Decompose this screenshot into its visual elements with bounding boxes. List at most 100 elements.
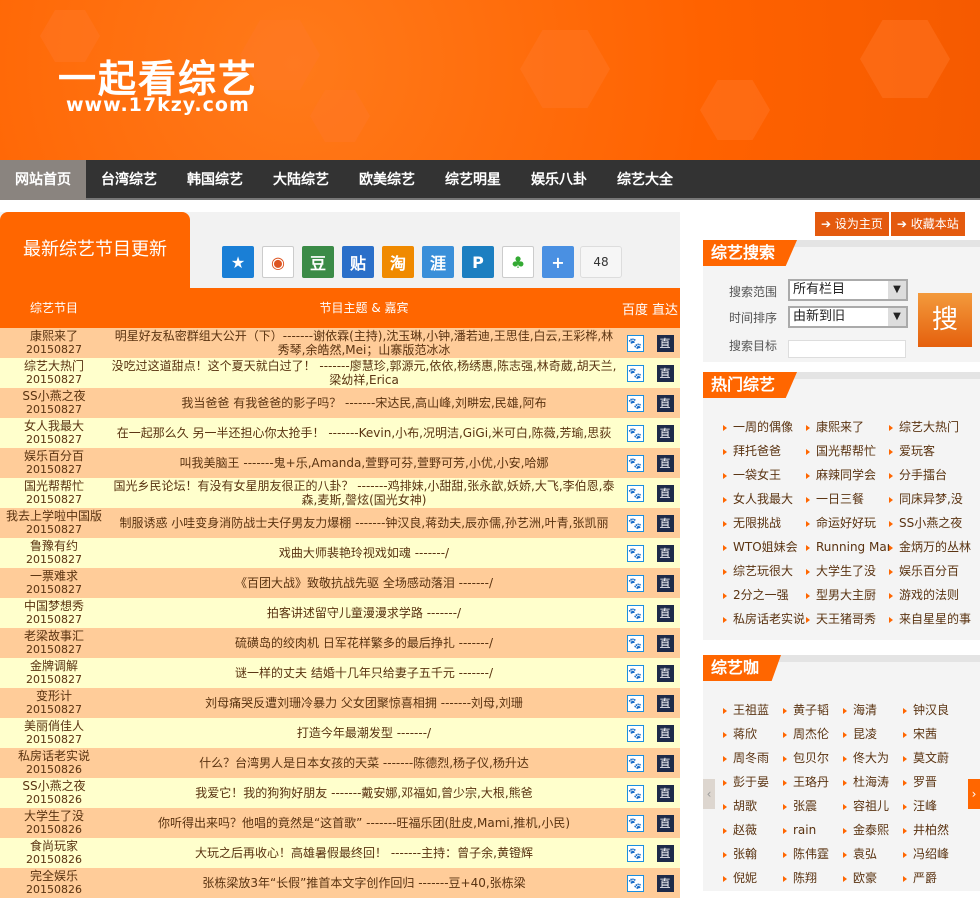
baidu-paw-icon[interactable]: 🐾 xyxy=(626,364,644,382)
program-name-link[interactable]: 美丽俏佳人 xyxy=(24,719,84,733)
nav-item[interactable]: 台湾综艺 xyxy=(86,160,172,200)
program-topic-link[interactable]: 拍客讲述留守儿童漫漫求学路 -------/ xyxy=(108,606,620,620)
nav-item[interactable]: 网站首页 xyxy=(0,160,86,200)
star-item[interactable]: 欧豪 xyxy=(843,866,903,890)
program-topic-link[interactable]: 什么？台湾男人是日本女孩的天菜 -------陈德烈,杨子仪,杨升达 xyxy=(108,756,620,770)
star-item[interactable]: 井柏然 xyxy=(903,818,963,842)
program-name-link[interactable]: SS小燕之夜 xyxy=(22,779,85,793)
hot-item[interactable]: 爱玩客 xyxy=(889,439,975,463)
hot-item[interactable]: 大学生了没 xyxy=(806,559,889,583)
nav-item[interactable]: 综艺大全 xyxy=(602,160,688,200)
program-topic-link[interactable]: 你听得出来吗？他唱的竟然是“这首歌” -------旺福乐团(肚皮,Mami,推… xyxy=(108,816,620,830)
program-name-link[interactable]: 康熙来了 xyxy=(30,329,78,343)
program-topic-link[interactable]: 打造今年最潮发型 -------/ xyxy=(108,726,620,740)
baidu-paw-icon[interactable]: 🐾 xyxy=(626,784,644,802)
zhida-icon[interactable]: 直 xyxy=(656,634,674,652)
zhida-icon[interactable]: 直 xyxy=(656,484,674,502)
star-item[interactable]: 金泰熙 xyxy=(843,818,903,842)
zhida-icon[interactable]: 直 xyxy=(656,424,674,442)
program-name-link[interactable]: 娱乐百分百 xyxy=(24,449,84,463)
program-name-link[interactable]: 变形计 xyxy=(36,689,72,703)
hot-item[interactable]: 拜托爸爸 xyxy=(723,439,806,463)
program-topic-link[interactable]: 没吃过这道甜点！这个夏天就白过了！ -------廖慧珍,郭源元,依依,杨绣惠,… xyxy=(108,359,620,387)
program-name-link[interactable]: 金牌调解 xyxy=(30,659,78,673)
nav-item[interactable]: 欧美综艺 xyxy=(344,160,430,200)
nav-item[interactable]: 韩国综艺 xyxy=(172,160,258,200)
star-item[interactable]: 陈伟霆 xyxy=(783,842,843,866)
baidu-paw-icon[interactable]: 🐾 xyxy=(626,574,644,592)
logo-url[interactable]: www.17kzy.com xyxy=(66,94,250,116)
baidu-paw-icon[interactable]: 🐾 xyxy=(626,334,644,352)
zhida-icon[interactable]: 直 xyxy=(656,544,674,562)
baidu-paw-icon[interactable]: 🐾 xyxy=(626,424,644,442)
program-topic-link[interactable]: 硫磺岛的绞肉机 日军花样繁多的最后挣扎 -------/ xyxy=(108,636,620,650)
prev-arrow-icon[interactable]: ‹ xyxy=(703,779,715,809)
program-topic-link[interactable]: 叫我美脑王 -------鬼+乐,Amanda,萱野可芬,萱野可芳,小优,小安,… xyxy=(108,456,620,470)
kaixin-icon[interactable]: 涯 xyxy=(422,246,454,278)
zhida-icon[interactable]: 直 xyxy=(656,754,674,772)
star-item[interactable]: 彭于晏 xyxy=(723,770,783,794)
zhida-icon[interactable]: 直 xyxy=(656,454,674,472)
hot-item[interactable]: 私房话老实说 xyxy=(723,607,806,631)
hot-item[interactable]: 分手擂台 xyxy=(889,463,975,487)
program-name-link[interactable]: 综艺大热门 xyxy=(24,359,84,373)
star-item[interactable]: 佟大为 xyxy=(843,746,903,770)
star-item[interactable]: 包贝尔 xyxy=(783,746,843,770)
program-topic-link[interactable]: 谜一样的丈夫 结婚十几年只给妻子五千元 -------/ xyxy=(108,666,620,680)
hot-item[interactable]: 一日三餐 xyxy=(806,487,889,511)
program-name-link[interactable]: 国光帮帮忙 xyxy=(24,479,84,493)
hot-item[interactable]: SS小燕之夜 xyxy=(889,511,975,535)
zhida-icon[interactable]: 直 xyxy=(656,604,674,622)
program-name-link[interactable]: 我去上学啦中国版 xyxy=(6,509,102,523)
star-item[interactable]: 陈翔 xyxy=(783,866,843,890)
hot-item[interactable]: 无限挑战 xyxy=(723,511,806,535)
hot-item[interactable]: Running Man xyxy=(806,535,889,559)
baidu-paw-icon[interactable]: 🐾 xyxy=(626,544,644,562)
next-arrow-icon[interactable]: › xyxy=(968,779,980,809)
hot-item[interactable]: 同床异梦,没 xyxy=(889,487,975,511)
baidu-paw-icon[interactable]: 🐾 xyxy=(626,844,644,862)
star-item[interactable]: 王祖蓝 xyxy=(723,698,783,722)
hot-item[interactable]: 一袋女王 xyxy=(723,463,806,487)
search-target-input[interactable] xyxy=(788,340,906,358)
program-topic-link[interactable]: 在一起那么久 另一半还担心你太抢手！ -------Kevin,小布,况明洁,G… xyxy=(108,426,620,440)
baidu-paw-icon[interactable]: 🐾 xyxy=(626,514,644,532)
star-item[interactable]: 严爵 xyxy=(903,866,963,890)
program-name-link[interactable]: 一票难求 xyxy=(30,569,78,583)
share-count[interactable]: 48 xyxy=(580,246,622,278)
star-item[interactable]: 莫文蔚 xyxy=(903,746,963,770)
hot-item[interactable]: 一周的偶像 xyxy=(723,415,806,439)
program-topic-link[interactable]: 我当爸爸 有我爸爸的影子吗？ -------宋达民,高山峰,刘畊宏,民雄,阿布 xyxy=(108,396,620,410)
star-item[interactable]: 容祖儿 xyxy=(843,794,903,818)
hot-item[interactable]: 金炳万的丛林 xyxy=(889,535,975,559)
star-item[interactable]: 昆凌 xyxy=(843,722,903,746)
baidu-paw-icon[interactable]: 🐾 xyxy=(626,664,644,682)
star-item[interactable]: 宋茜 xyxy=(903,722,963,746)
program-topic-link[interactable]: 国光乡民论坛！有没有女星朋友很正的八卦？ -------鸡排妹,小甜甜,张永歆,… xyxy=(108,479,620,507)
hot-item[interactable]: 国光帮帮忙 xyxy=(806,439,889,463)
douban-icon[interactable]: 豆 xyxy=(302,246,334,278)
program-topic-link[interactable]: 戏曲大师裴艳玲视戏如魂 -------/ xyxy=(108,546,620,560)
taobao-icon[interactable]: 淘 xyxy=(382,246,414,278)
baidu-paw-icon[interactable]: 🐾 xyxy=(626,394,644,412)
zhida-icon[interactable]: 直 xyxy=(656,874,674,892)
hot-item[interactable]: 麻辣同学会 xyxy=(806,463,889,487)
hot-item[interactable]: 命运好好玩 xyxy=(806,511,889,535)
order-select[interactable]: 由新到旧 ▼ xyxy=(788,306,908,328)
program-topic-link[interactable]: 刘母痛哭反遭刘珊冷暴力 父女团聚惊喜相拥 -------刘母,刘珊 xyxy=(108,696,620,710)
program-name-link[interactable]: 女人我最大 xyxy=(24,419,84,433)
scope-select[interactable]: 所有栏目 ▼ xyxy=(788,279,908,301)
zhida-icon[interactable]: 直 xyxy=(656,364,674,382)
program-name-link[interactable]: 老梁故事汇 xyxy=(24,629,84,643)
program-topic-link[interactable]: 我爱它！我的狗狗好朋友 -------戴安娜,邓福如,曾少宗,大根,熊爸 xyxy=(108,786,620,800)
zhida-icon[interactable]: 直 xyxy=(656,394,674,412)
hot-item[interactable]: 康熙来了 xyxy=(806,415,889,439)
star-item[interactable]: 冯绍峰 xyxy=(903,842,963,866)
tieba-icon[interactable]: 贴 xyxy=(342,246,374,278)
program-topic-link[interactable]: 大玩之后再收心！高雄暑假最终回！ -------主持：曾子余,黄镫辉 xyxy=(108,846,620,860)
program-name-link[interactable]: 中国梦想秀 xyxy=(24,599,84,613)
clover-icon[interactable]: ♣ xyxy=(502,246,534,278)
zhida-icon[interactable]: 直 xyxy=(656,694,674,712)
program-topic-link[interactable]: 明星好友私密群组大公开（下）-------谢依霖(主持),沈玉琳,小钟,潘若迪,… xyxy=(108,329,620,357)
baidu-paw-icon[interactable]: 🐾 xyxy=(626,754,644,772)
